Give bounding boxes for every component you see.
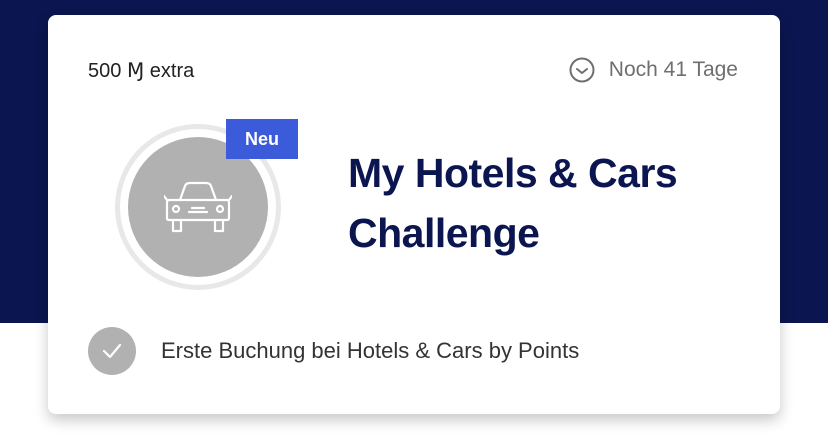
clock-icon [569, 57, 595, 83]
currency-symbol: Ɱ [126, 60, 145, 82]
reward-amount: 500 [88, 60, 122, 82]
task-item: Erste Buchung bei Hotels & Cars by Point… [88, 327, 579, 375]
deadline-text: Noch 41 Tage [608, 58, 738, 81]
reward-label: 500 Ɱ extra [88, 58, 194, 83]
check-icon [102, 343, 122, 359]
new-badge: Neu [226, 119, 298, 159]
car-icon [164, 181, 232, 233]
challenge-title: My Hotels & Cars Challenge [348, 150, 678, 256]
task-label: Erste Buchung bei Hotels & Cars by Point… [161, 338, 580, 363]
task-status-indicator [88, 327, 136, 375]
reward-suffix: extra [149, 60, 195, 82]
deadline-indicator: Noch 41 Tage [569, 57, 738, 83]
challenge-card[interactable]: 500 Ɱ extra Noch 41 Tage Neu My Hotels &… [48, 15, 780, 414]
